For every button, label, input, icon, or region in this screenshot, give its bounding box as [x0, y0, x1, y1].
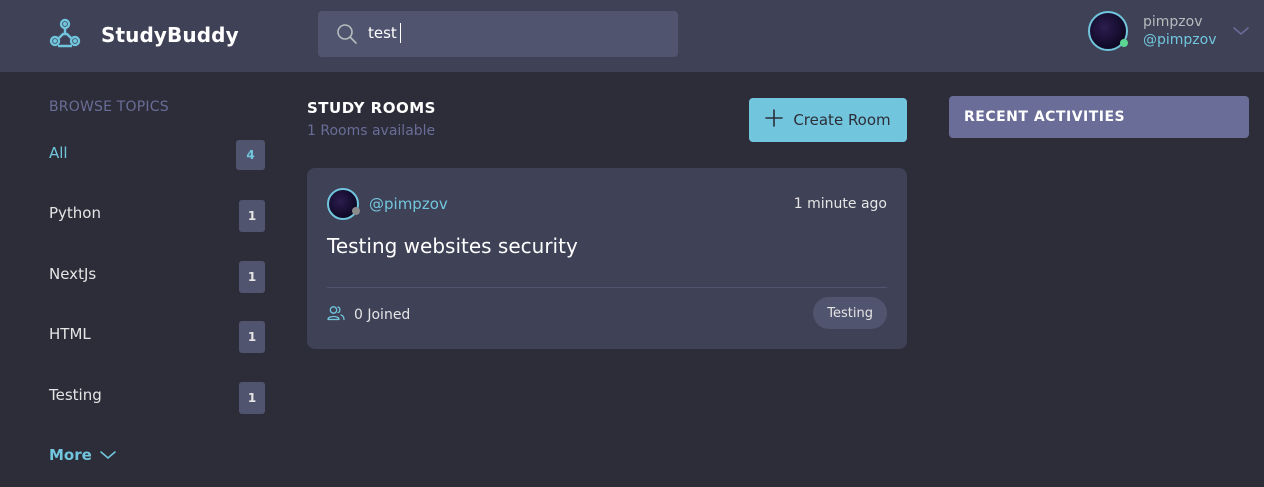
logo[interactable]: StudyBuddy — [47, 16, 239, 52]
more-topics-button[interactable]: More — [49, 446, 116, 464]
topic-count: 1 — [239, 261, 265, 293]
recent-activities-panel: RECENT ACTIVITIES — [949, 96, 1249, 138]
user-name[interactable]: pimpzov — [1143, 14, 1203, 30]
topic-label: Testing — [49, 386, 102, 404]
logo-icon — [47, 16, 83, 52]
topic-item-testing[interactable]: Testing 1 — [49, 382, 265, 414]
search-icon — [336, 23, 358, 49]
top-header: StudyBuddy test pimpzov @pimpzov — [0, 0, 1264, 72]
user-avatar[interactable] — [1088, 11, 1128, 51]
more-label: More — [49, 446, 92, 464]
room-author[interactable]: @pimpzov — [369, 195, 448, 213]
room-card[interactable]: @pimpzov 1 minute ago Testing websites s… — [307, 168, 907, 349]
online-status-indicator — [1120, 39, 1128, 47]
topic-label: Python — [49, 204, 101, 222]
room-author-avatar[interactable] — [327, 188, 360, 220]
search-input[interactable]: test — [318, 11, 678, 57]
room-topic-tag[interactable]: Testing — [813, 297, 887, 329]
rooms-count: 1 Rooms available — [307, 123, 436, 139]
topic-item-all[interactable]: All 4 — [49, 140, 265, 172]
topic-label: HTML — [49, 325, 91, 343]
app-name: StudyBuddy — [101, 23, 239, 47]
room-title[interactable]: Testing websites security — [327, 234, 578, 258]
topics-heading: BROWSE TOPICS — [49, 99, 169, 115]
joined-count: 0 Joined — [354, 307, 411, 323]
topic-count: 1 — [239, 382, 265, 414]
topic-item-html[interactable]: HTML 1 — [49, 321, 265, 353]
user-handle[interactable]: @pimpzov — [1143, 32, 1217, 48]
divider — [327, 287, 887, 288]
search-value: test — [368, 24, 397, 42]
topic-item-nextjs[interactable]: NextJs 1 — [49, 261, 265, 293]
rooms-heading: STUDY ROOMS — [307, 99, 436, 117]
offline-status-indicator — [352, 207, 360, 215]
create-room-button[interactable]: Create Room — [749, 98, 907, 142]
text-caret — [400, 23, 401, 43]
chevron-down-icon[interactable] — [1232, 22, 1250, 41]
topic-item-python[interactable]: Python 1 — [49, 200, 265, 232]
room-time: 1 minute ago — [793, 196, 887, 212]
plus-icon — [765, 109, 793, 131]
topic-label: All — [49, 144, 68, 162]
topic-label: NextJs — [49, 265, 97, 283]
topic-count: 1 — [239, 200, 265, 232]
create-room-label: Create Room — [793, 111, 891, 129]
chevron-down-icon — [92, 446, 116, 464]
room-participants: 0 Joined — [327, 305, 410, 325]
topic-count: 1 — [239, 321, 265, 353]
topic-count: 4 — [236, 140, 265, 170]
users-icon — [327, 305, 345, 325]
recent-activities-heading: RECENT ACTIVITIES — [964, 109, 1126, 125]
